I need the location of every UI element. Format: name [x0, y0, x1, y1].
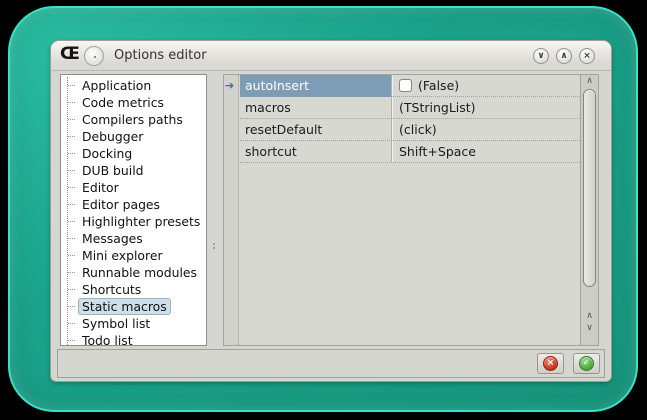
tree-branch-line [68, 221, 75, 222]
scroll-up-icon[interactable]: ∧ [581, 76, 598, 87]
property-value-text: Shift+Space [399, 144, 476, 159]
sidebar-item-code-metrics[interactable]: Code metrics [68, 94, 206, 111]
sidebar-item-label: Mini explorer [78, 247, 167, 264]
property-row-resetdefault[interactable]: resetDefault (click) [240, 119, 580, 141]
tree-branch-line [68, 119, 75, 120]
options-category-panel: ApplicationCode metricsCompilers pathsDe… [60, 74, 207, 346]
property-value[interactable]: (TStringList) [392, 97, 580, 119]
titlebar[interactable]: Œ Options editor ∨ ∧ × [51, 41, 611, 71]
sidebar-item-label: Symbol list [78, 315, 154, 332]
sidebar-item-label: Shortcuts [78, 281, 145, 298]
shade-button[interactable]: ∨ [533, 48, 549, 64]
sidebar-item-editor-pages[interactable]: Editor pages [68, 196, 206, 213]
sidebar-item-label: Messages [78, 230, 147, 247]
tree-branch-line [68, 272, 75, 273]
scroll-up-icon[interactable]: ∧ [581, 311, 598, 322]
sidebar-item-symbol-list[interactable]: Symbol list [68, 315, 206, 332]
tree-branch-line [68, 238, 75, 239]
sidebar-item-label: Docking [78, 145, 136, 162]
sidebar-item-dub-build[interactable]: DUB build [68, 162, 206, 179]
tree-branch-line [68, 85, 75, 86]
property-value[interactable]: (click) [392, 119, 580, 141]
window-title: Options editor [114, 41, 207, 71]
property-name[interactable]: shortcut [240, 141, 392, 163]
tree-branch-line [68, 170, 75, 171]
footer-panel: ×✓ [57, 349, 605, 378]
footer-buttons: ×✓ [537, 353, 600, 374]
tree-branch-line [68, 136, 75, 137]
ok-button[interactable]: ✓ [573, 353, 600, 374]
tree-branch-line [68, 187, 75, 188]
screenshot-stage: Œ Options editor ∨∧× ApplicationCode met… [0, 0, 647, 420]
property-row-macros[interactable]: macros (TStringList) [240, 97, 580, 119]
sidebar-item-label: Application [78, 77, 155, 94]
property-grid: ➔ autoInsert (False) macros (TStringList) re… [223, 74, 580, 346]
sidebar-item-label: Todo list [78, 332, 137, 346]
sidebar-item-label: Code metrics [78, 94, 168, 111]
tree-branch-line [68, 204, 75, 205]
teal-screenshot-frame: Œ Options editor ∨∧× ApplicationCode met… [8, 6, 638, 412]
property-value[interactable]: Shift+Space [392, 141, 580, 163]
close-button[interactable]: × [579, 48, 595, 64]
sidebar-item-label: Editor [78, 179, 123, 196]
sidebar-item-highlighter-presets[interactable]: Highlighter presets [68, 213, 206, 230]
cross-icon: × [543, 356, 558, 371]
sidebar-item-label: Compilers paths [78, 111, 187, 128]
close-icon: × [583, 52, 591, 61]
property-name[interactable]: autoInsert [240, 75, 392, 97]
scrollbar-thumb[interactable] [583, 89, 596, 287]
check-icon: ✓ [579, 356, 594, 371]
property-name[interactable]: macros [240, 97, 392, 119]
property-grid-gutter: ➔ [224, 75, 239, 345]
sidebar-item-label: DUB build [78, 162, 148, 179]
tree-branch-line [68, 289, 75, 290]
chevron-up-icon: ∧ [560, 52, 567, 61]
window-controls: ∨ ∧ × [533, 48, 595, 64]
checkbox-unchecked-icon[interactable] [399, 79, 412, 92]
tree-branch-line [68, 153, 75, 154]
property-value-text: (TStringList) [399, 100, 476, 115]
scroll-down-icon[interactable]: ∨ [581, 323, 598, 334]
sidebar-item-todo-list[interactable]: Todo list [68, 332, 206, 346]
panel-splitter[interactable] [207, 74, 223, 346]
chevron-down-icon: ∨ [537, 52, 544, 61]
sidebar-item-compilers-paths[interactable]: Compilers paths [68, 111, 206, 128]
sidebar-item-label: Runnable modules [78, 264, 201, 281]
property-grid-rows: autoInsert (False) macros (TStringList) rese… [240, 75, 580, 163]
app-logo-icon: Œ [60, 44, 79, 64]
sidebar-item-shortcuts[interactable]: Shortcuts [68, 281, 206, 298]
sidebar-item-label: Editor pages [78, 196, 164, 213]
tree-branch-line [68, 255, 75, 256]
property-value-text: (False) [418, 78, 459, 93]
sidebar-item-label: Static macros [78, 298, 171, 315]
sidebar-item-debugger[interactable]: Debugger [68, 128, 206, 145]
options-category-list: ApplicationCode metricsCompilers pathsDe… [67, 77, 206, 346]
property-name[interactable]: resetDefault [240, 119, 392, 141]
property-row-shortcut[interactable]: shortcut Shift+Space [240, 141, 580, 163]
sidebar-item-docking[interactable]: Docking [68, 145, 206, 162]
sidebar-item-editor[interactable]: Editor [68, 179, 206, 196]
property-value[interactable]: (False) [392, 75, 580, 97]
sidebar-item-messages[interactable]: Messages [68, 230, 206, 247]
sidebar-item-label: Debugger [78, 128, 147, 145]
property-value-text: (click) [399, 122, 437, 137]
maximize-button[interactable]: ∧ [556, 48, 572, 64]
tree-branch-line [68, 102, 75, 103]
sidebar-item-label: Highlighter presets [78, 213, 204, 230]
options-editor-window: Œ Options editor ∨∧× ApplicationCode met… [51, 41, 611, 381]
tree-branch-line [68, 323, 75, 324]
sidebar-item-application[interactable]: Application [68, 77, 206, 94]
tree-branch-line [68, 340, 75, 341]
sidebar-item-mini-explorer[interactable]: Mini explorer [68, 247, 206, 264]
selected-row-arrow-icon: ➔ [225, 79, 234, 92]
sidebar-item-static-macros[interactable]: Static macros [68, 298, 206, 315]
tree-branch-line [68, 306, 75, 307]
window-menu-button[interactable] [84, 46, 104, 66]
sidebar-item-runnable-modules[interactable]: Runnable modules [68, 264, 206, 281]
property-row-autoinsert[interactable]: autoInsert (False) [240, 75, 580, 97]
cancel-button[interactable]: × [537, 353, 564, 374]
vertical-scrollbar[interactable]: ∧ ∧ ∨ [580, 74, 599, 346]
